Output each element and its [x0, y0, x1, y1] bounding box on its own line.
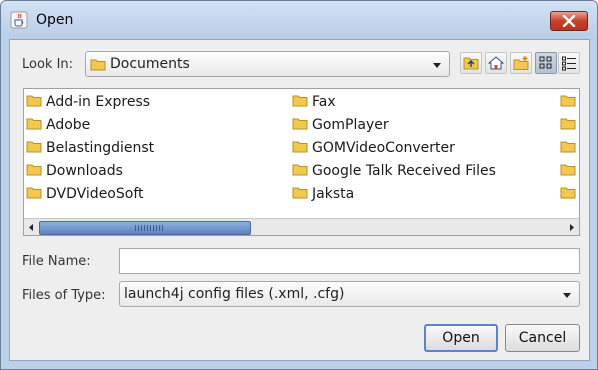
folder-icon — [26, 164, 42, 176]
new-folder-icon — [513, 56, 529, 70]
home-icon — [488, 56, 504, 70]
details-view-icon — [562, 56, 576, 71]
file-list-item-label: Jaksta — [312, 186, 355, 202]
dialog-body: Look In: Documents Add-in Express Adobe … — [9, 39, 590, 361]
folder-icon — [292, 95, 308, 107]
file-list-item-label: Fax — [312, 94, 336, 110]
folder-icon — [26, 141, 42, 153]
files-of-type-value: launch4j config files (.xml, .cfg) — [124, 286, 345, 302]
details-view-button[interactable] — [558, 52, 580, 74]
file-list-item-label: GomPlayer — [312, 117, 389, 133]
open-button[interactable]: Open — [424, 324, 498, 352]
chevron-down-icon — [563, 293, 571, 298]
folder-icon — [560, 164, 576, 176]
chevron-down-icon — [433, 63, 441, 68]
close-icon — [562, 15, 576, 27]
folder-icon — [560, 118, 576, 130]
file-name-input[interactable] — [119, 248, 580, 274]
new-folder-button[interactable] — [510, 52, 532, 74]
files-of-type-label: Files of Type: — [22, 288, 106, 303]
scrollbar-thumb[interactable] — [39, 221, 251, 235]
folder-icon — [560, 95, 576, 107]
dialog-title: Open — [36, 12, 74, 28]
folder-icon — [26, 95, 42, 107]
file-list-item-label: Belastingdienst — [46, 140, 155, 156]
list-view-button[interactable] — [535, 52, 557, 74]
folder-icon — [90, 59, 106, 71]
home-button[interactable] — [485, 52, 507, 74]
file-list-item-label: Google Talk Received Files — [312, 163, 496, 179]
folder-icon — [292, 141, 308, 153]
folder-icon — [292, 187, 308, 199]
title-bar[interactable]: Open — [1, 1, 597, 39]
look-in-label: Look In: — [22, 57, 74, 72]
files-of-type-combo[interactable]: launch4j config files (.xml, .cfg) — [119, 281, 580, 307]
look-in-value: Documents — [110, 56, 190, 72]
up-one-level-button[interactable] — [460, 52, 482, 74]
folder-icon — [560, 141, 576, 153]
folder-icon — [292, 164, 308, 176]
list-view-icon — [539, 56, 552, 69]
file-list-item-label: Adobe — [46, 117, 91, 133]
folder-icon — [26, 118, 42, 130]
close-button[interactable] — [550, 11, 588, 31]
scrollbar-grip — [135, 225, 163, 231]
file-list[interactable]: Add-in Express Adobe Belastingdienst Downlo… — [23, 88, 580, 236]
cancel-button[interactable]: Cancel — [505, 324, 580, 352]
folder-icon — [26, 187, 42, 199]
scroll-left-icon[interactable] — [24, 219, 38, 236]
java-cup-icon — [10, 11, 28, 29]
file-list-item-label: Add-in Express — [46, 94, 151, 110]
file-name-label: File Name: — [22, 254, 91, 269]
horizontal-scrollbar[interactable] — [24, 218, 579, 236]
file-list-item-label: GOMVideoConverter — [312, 140, 455, 156]
file-list-item-label: Downloads — [46, 163, 123, 179]
scroll-right-icon[interactable] — [565, 219, 579, 236]
folder-icon — [560, 187, 576, 199]
open-dialog: Open Look In: Documents Add-in Express A… — [0, 0, 598, 370]
file-list-item-label: DVDVideoSoft — [46, 186, 144, 202]
folder-icon — [292, 118, 308, 130]
look-in-combo[interactable]: Documents — [85, 51, 450, 77]
folder-up-icon — [463, 57, 479, 70]
